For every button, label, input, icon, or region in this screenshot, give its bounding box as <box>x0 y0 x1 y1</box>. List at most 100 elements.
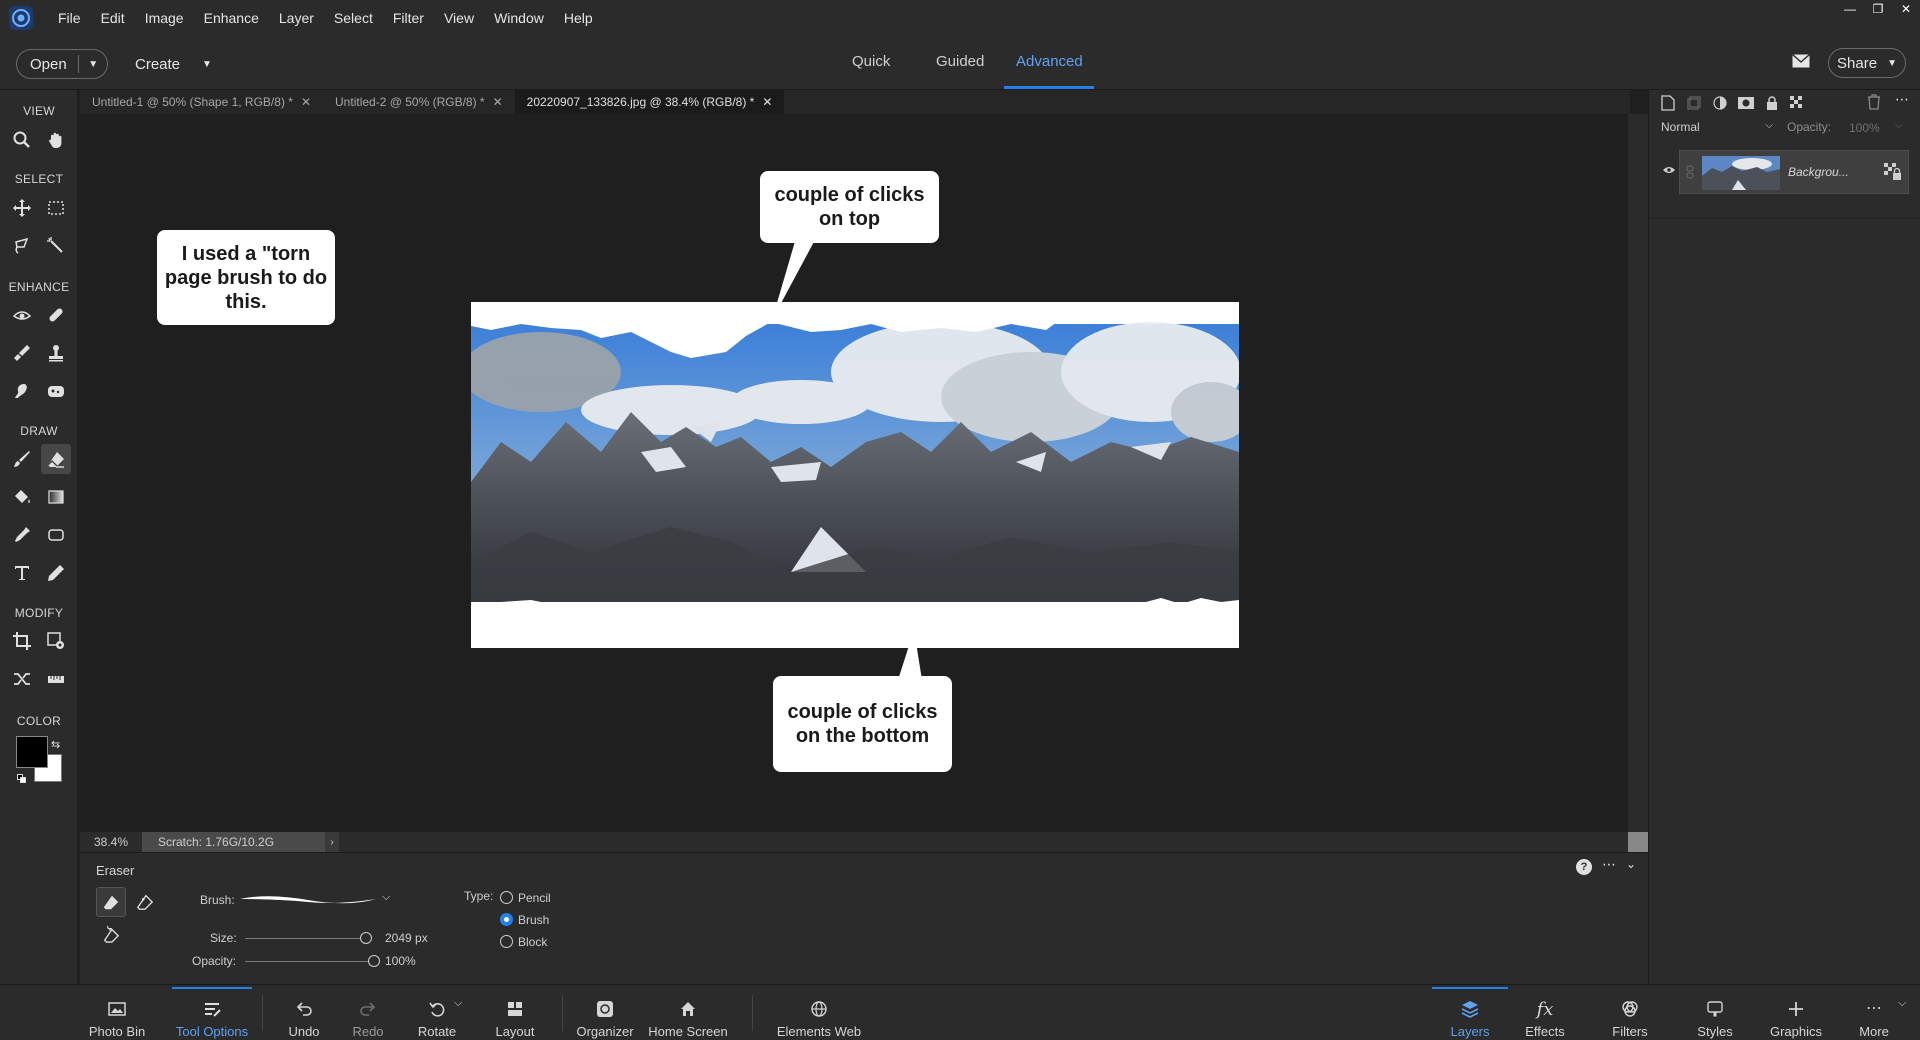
effects-button[interactable]: fx Effects <box>1516 985 1574 1040</box>
zoom-tool-icon[interactable] <box>7 125 37 155</box>
layer-opacity-value[interactable]: 100% <box>1849 121 1880 135</box>
move-tool-icon[interactable] <box>7 193 37 223</box>
layer-name[interactable]: Backgrou... <box>1788 165 1849 179</box>
app-logo-icon[interactable] <box>8 5 34 31</box>
create-button[interactable]: Create ▼ <box>135 49 212 79</box>
delete-layer-icon[interactable] <box>1867 94 1881 113</box>
shape-tool-icon[interactable] <box>41 520 71 550</box>
menu-edit[interactable]: Edit <box>91 10 135 26</box>
close-icon[interactable]: ✕ <box>762 95 772 109</box>
menu-filter[interactable]: Filter <box>383 10 434 26</box>
mode-tab-quick[interactable]: Quick <box>852 53 890 70</box>
open-button[interactable]: Open ▼ <box>16 49 108 79</box>
mail-icon[interactable] <box>1792 54 1810 68</box>
home-screen-button[interactable]: Home Screen <box>648 985 728 1040</box>
layer-link-icon[interactable] <box>1686 165 1694 179</box>
layout-button[interactable]: Layout <box>492 985 538 1040</box>
menu-enhance[interactable]: Enhance <box>194 10 269 26</box>
red-eye-tool-icon[interactable] <box>7 300 37 330</box>
minimize-icon[interactable]: — <box>1836 0 1864 18</box>
chevron-down-icon[interactable]: ⌵ <box>382 891 390 904</box>
menu-image[interactable]: Image <box>135 10 194 26</box>
type-brush-label[interactable]: Brush <box>518 913 549 927</box>
adjustment-layer-icon[interactable] <box>1711 94 1729 112</box>
more-options-icon[interactable]: ⋯ <box>1602 856 1616 873</box>
more-button[interactable]: ⋯ More <box>1846 985 1902 1040</box>
chevron-down-icon[interactable]: ▼ <box>79 59 107 70</box>
layer-lock-icon[interactable] <box>1884 163 1902 181</box>
doc-tab-photo[interactable]: 20220907_133826.jpg @ 38.4% (RGB/8) * ✕ <box>514 90 785 114</box>
mode-tab-advanced[interactable]: Advanced <box>1016 53 1083 70</box>
document-image[interactable] <box>471 302 1239 648</box>
quick-selection-tool-icon[interactable] <box>41 231 71 261</box>
help-icon[interactable]: ? <box>1576 859 1592 875</box>
type-block-radio[interactable] <box>500 935 513 948</box>
size-slider-knob[interactable] <box>360 932 372 944</box>
lasso-tool-icon[interactable] <box>7 231 37 261</box>
panel-menu-icon[interactable]: ⋯ <box>1895 91 1909 108</box>
content-aware-move-tool-icon[interactable] <box>7 664 37 694</box>
opacity-slider-track[interactable] <box>245 961 373 962</box>
gradient-tool-icon[interactable] <box>41 482 71 512</box>
paint-bucket-tool-icon[interactable] <box>7 482 37 512</box>
chevron-right-icon[interactable]: › <box>325 832 339 852</box>
new-layer-icon[interactable] <box>1659 94 1677 112</box>
lock-icon[interactable] <box>1763 94 1781 112</box>
crop-tool-icon[interactable] <box>7 626 37 656</box>
layer-row-background[interactable]: Backgrou... <box>1679 150 1909 194</box>
menu-file[interactable]: File <box>48 10 91 26</box>
lock-transparency-icon[interactable] <box>1789 94 1807 112</box>
recompose-tool-icon[interactable] <box>41 626 71 656</box>
chevron-down-icon[interactable]: ⌵ <box>454 997 462 1010</box>
clone-stamp-tool-icon[interactable] <box>41 338 71 368</box>
background-eraser-icon[interactable] <box>130 887 160 917</box>
close-icon[interactable]: ✕ <box>301 95 311 109</box>
type-tool-icon[interactable] <box>7 558 37 588</box>
smart-brush-tool-icon[interactable] <box>7 338 37 368</box>
blend-mode-dropdown[interactable]: Normal ⌵ <box>1661 120 1773 134</box>
elements-web-button[interactable]: Elements Web <box>774 985 864 1040</box>
redo-button[interactable]: Redo <box>348 985 388 1040</box>
marquee-tool-icon[interactable] <box>41 193 71 223</box>
brush-preset-preview[interactable] <box>238 887 378 911</box>
eyedropper-tool-icon[interactable] <box>7 520 37 550</box>
chevron-down-icon[interactable]: ⌵ <box>1898 997 1906 1010</box>
layer-mask-icon[interactable] <box>1737 94 1755 112</box>
size-slider-track[interactable] <box>245 938 365 939</box>
menu-help[interactable]: Help <box>554 10 603 26</box>
close-icon[interactable]: ✕ <box>493 95 503 109</box>
magic-eraser-icon[interactable] <box>96 919 126 949</box>
doc-tab-untitled-2[interactable]: Untitled-2 @ 50% (RGB/8) * ✕ <box>323 90 515 114</box>
menu-view[interactable]: View <box>434 10 484 26</box>
layer-visibility-eye-icon[interactable] <box>1663 166 1675 174</box>
menu-layer[interactable]: Layer <box>269 10 324 26</box>
chevron-down-icon[interactable]: ⌵ <box>1895 120 1903 131</box>
brush-tool-icon[interactable] <box>7 444 37 474</box>
type-brush-radio[interactable] <box>500 913 513 926</box>
eraser-variant-icon[interactable] <box>96 887 126 917</box>
restore-icon[interactable]: ❐ <box>1864 0 1892 18</box>
tool-options-button[interactable]: Tool Options <box>172 985 252 1040</box>
opacity-value[interactable]: 100% <box>385 954 416 968</box>
new-group-icon[interactable] <box>1685 94 1703 112</box>
styles-button[interactable]: Styles <box>1686 985 1744 1040</box>
collapse-panel-icon[interactable]: ⌄ <box>1626 857 1636 871</box>
share-button[interactable]: Share ▼ <box>1828 48 1906 78</box>
sponge-tool-icon[interactable] <box>41 376 71 406</box>
straighten-tool-icon[interactable] <box>41 664 71 694</box>
vertical-scrollbar[interactable] <box>1628 114 1648 832</box>
graphics-button[interactable]: Graphics <box>1764 985 1828 1040</box>
size-value[interactable]: 2049 px <box>385 931 428 945</box>
swap-colors-icon[interactable]: ⇆ <box>51 738 60 751</box>
mode-tab-guided[interactable]: Guided <box>936 53 984 70</box>
type-pencil-label[interactable]: Pencil <box>518 891 551 905</box>
undo-button[interactable]: Undo <box>284 985 324 1040</box>
layers-button[interactable]: Layers <box>1432 985 1508 1040</box>
type-pencil-radio[interactable] <box>500 891 513 904</box>
default-colors-icon[interactable] <box>17 771 26 783</box>
hand-tool-icon[interactable] <box>41 125 71 155</box>
pencil-tool-icon[interactable] <box>41 558 71 588</box>
close-icon[interactable]: ✕ <box>1892 0 1920 18</box>
type-block-label[interactable]: Block <box>518 935 547 949</box>
menu-window[interactable]: Window <box>484 10 554 26</box>
